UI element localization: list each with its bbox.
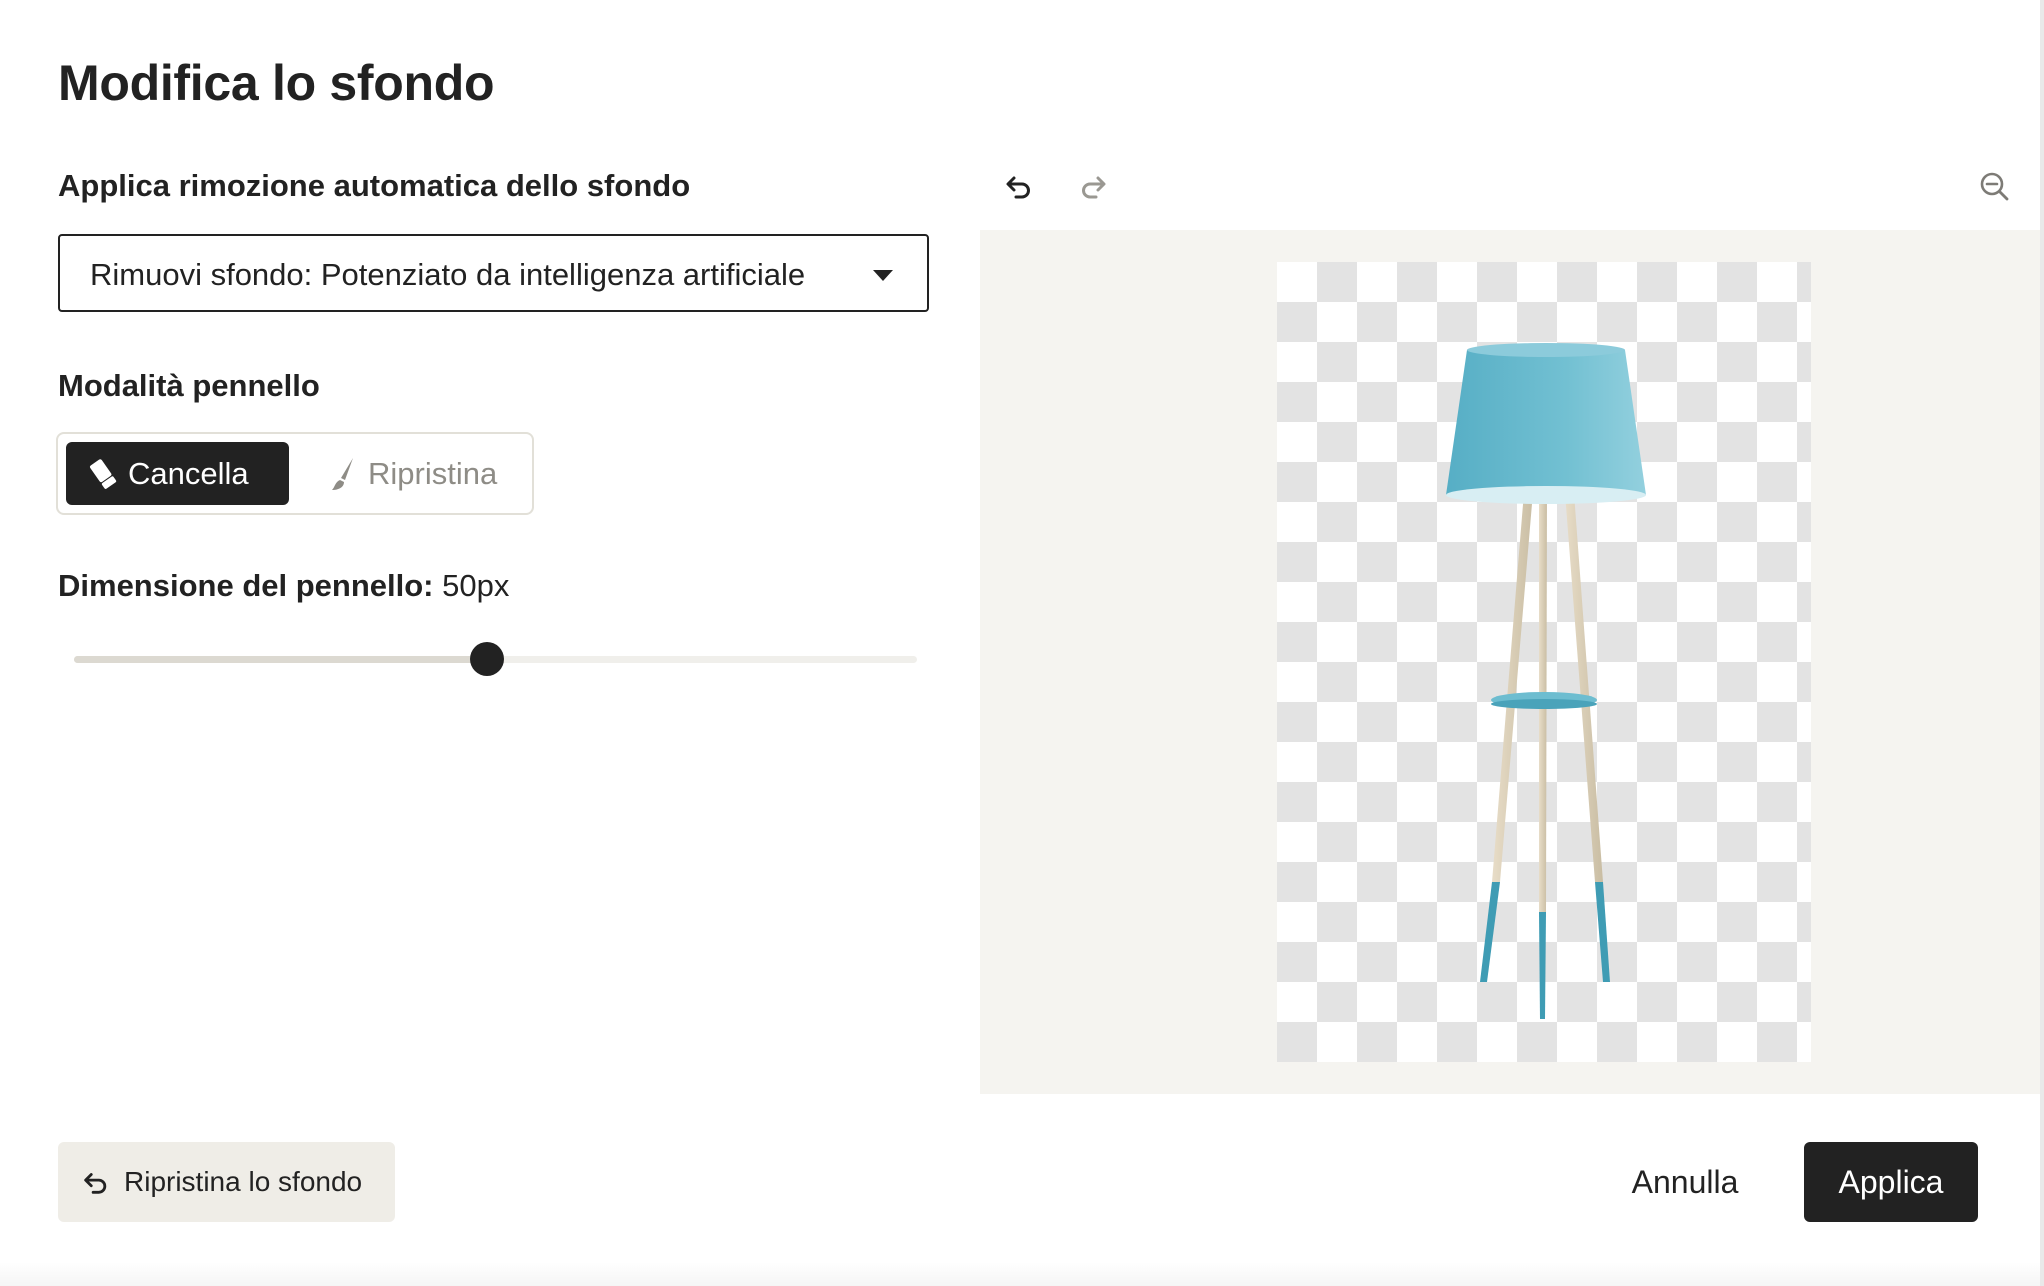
restore-mode-label: Ripristina	[368, 455, 498, 491]
redo-icon	[1082, 176, 1106, 199]
brush-size-label: Dimensione del pennello: 50px	[58, 568, 509, 604]
auto-removal-label: Applica rimozione automatica dello sfond…	[58, 168, 691, 203]
eraser-icon	[90, 458, 117, 489]
brush-size-title: Dimensione del pennello:	[58, 568, 434, 603]
undo-icon	[1006, 176, 1030, 199]
reset-background-label: Ripristina lo sfondo	[124, 1166, 363, 1197]
brush-icon	[332, 457, 353, 490]
apply-button[interactable]: Applica	[1804, 1142, 1978, 1222]
auto-removal-select[interactable]: Rimuovi sfondo: Potenziato da intelligen…	[58, 234, 929, 312]
window-bottom-edge	[0, 1262, 2040, 1286]
brush-size-value: 50px	[442, 568, 510, 603]
transparent-checkerboard	[1277, 262, 1811, 1062]
image-editor-canvas[interactable]	[980, 230, 2044, 1094]
slider-fill	[74, 656, 488, 663]
undo-icon	[84, 1173, 107, 1194]
dialog-title: Modifica lo sfondo	[58, 55, 495, 111]
reset-background-button[interactable]: Ripristina lo sfondo	[58, 1142, 395, 1222]
edit-background-dialog: Modifica lo sfondo Applica rimozione aut…	[0, 0, 2044, 1262]
product-image-floor-lamp	[1446, 343, 1646, 1019]
brush-size-slider[interactable]	[74, 642, 917, 676]
undo-button[interactable]	[998, 166, 1038, 206]
brush-mode-label: Modalità pennello	[58, 368, 320, 403]
redo-button[interactable]	[1074, 166, 1114, 206]
slider-thumb[interactable]	[470, 642, 505, 676]
brush-mode-toggle: Cancella Ripristina	[56, 432, 534, 515]
restore-mode-button[interactable]: Ripristina	[318, 442, 518, 505]
zoom-out-button[interactable]	[1974, 166, 2014, 206]
cancel-button[interactable]: Annulla	[1610, 1142, 1760, 1222]
window-edge	[2040, 0, 2044, 1286]
zoom-out-icon	[1980, 172, 2009, 201]
erase-mode-label: Cancella	[128, 455, 249, 491]
chevron-down-icon	[873, 270, 893, 281]
auto-removal-selected-value: Rimuovi sfondo: Potenziato da intelligen…	[90, 257, 806, 292]
erase-mode-button[interactable]: Cancella	[66, 442, 289, 505]
